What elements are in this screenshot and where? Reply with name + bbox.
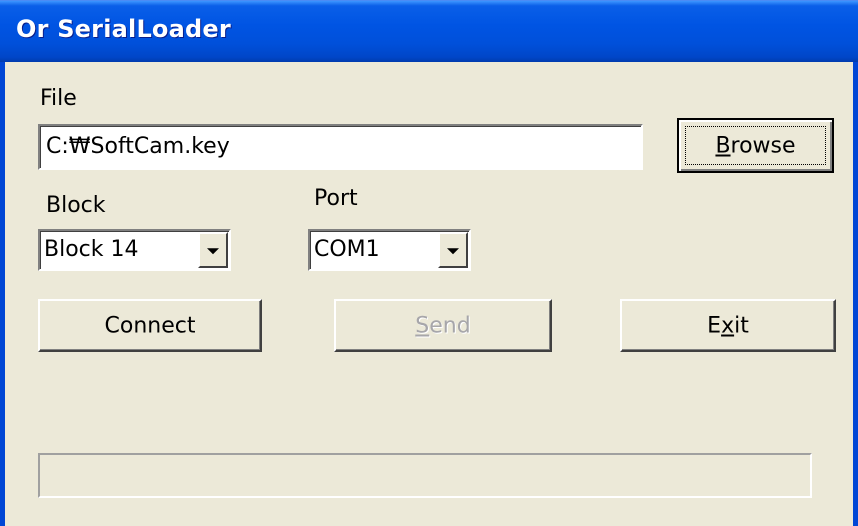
file-path-field[interactable]: C:₩SoftCam.key xyxy=(38,124,643,170)
serial-loader-window: Or SerialLoader File C:₩SoftCam.key Brow… xyxy=(0,0,858,526)
port-label: Port xyxy=(314,186,358,211)
send-button[interactable]: Send xyxy=(334,299,552,352)
port-select-value: COM1 xyxy=(314,237,380,262)
connect-button[interactable]: Connect xyxy=(38,299,262,352)
block-label: Block xyxy=(46,193,106,218)
window-frame-left xyxy=(0,62,5,526)
window-frame-right xyxy=(853,62,858,526)
file-path-value: C:₩SoftCam.key xyxy=(46,134,230,159)
chevron-down-icon[interactable] xyxy=(198,232,228,268)
window-title: Or SerialLoader xyxy=(16,15,231,43)
port-select[interactable]: COM1 xyxy=(308,229,471,271)
block-select-value: Block 14 xyxy=(44,237,139,262)
progress-bar xyxy=(38,453,812,498)
browse-button[interactable]: Browse xyxy=(677,118,834,173)
block-select[interactable]: Block 14 xyxy=(38,229,231,271)
chevron-down-icon[interactable] xyxy=(438,232,468,268)
file-label: File xyxy=(40,86,77,111)
title-bar[interactable]: Or SerialLoader xyxy=(0,0,858,62)
exit-button[interactable]: Exit xyxy=(620,299,836,352)
